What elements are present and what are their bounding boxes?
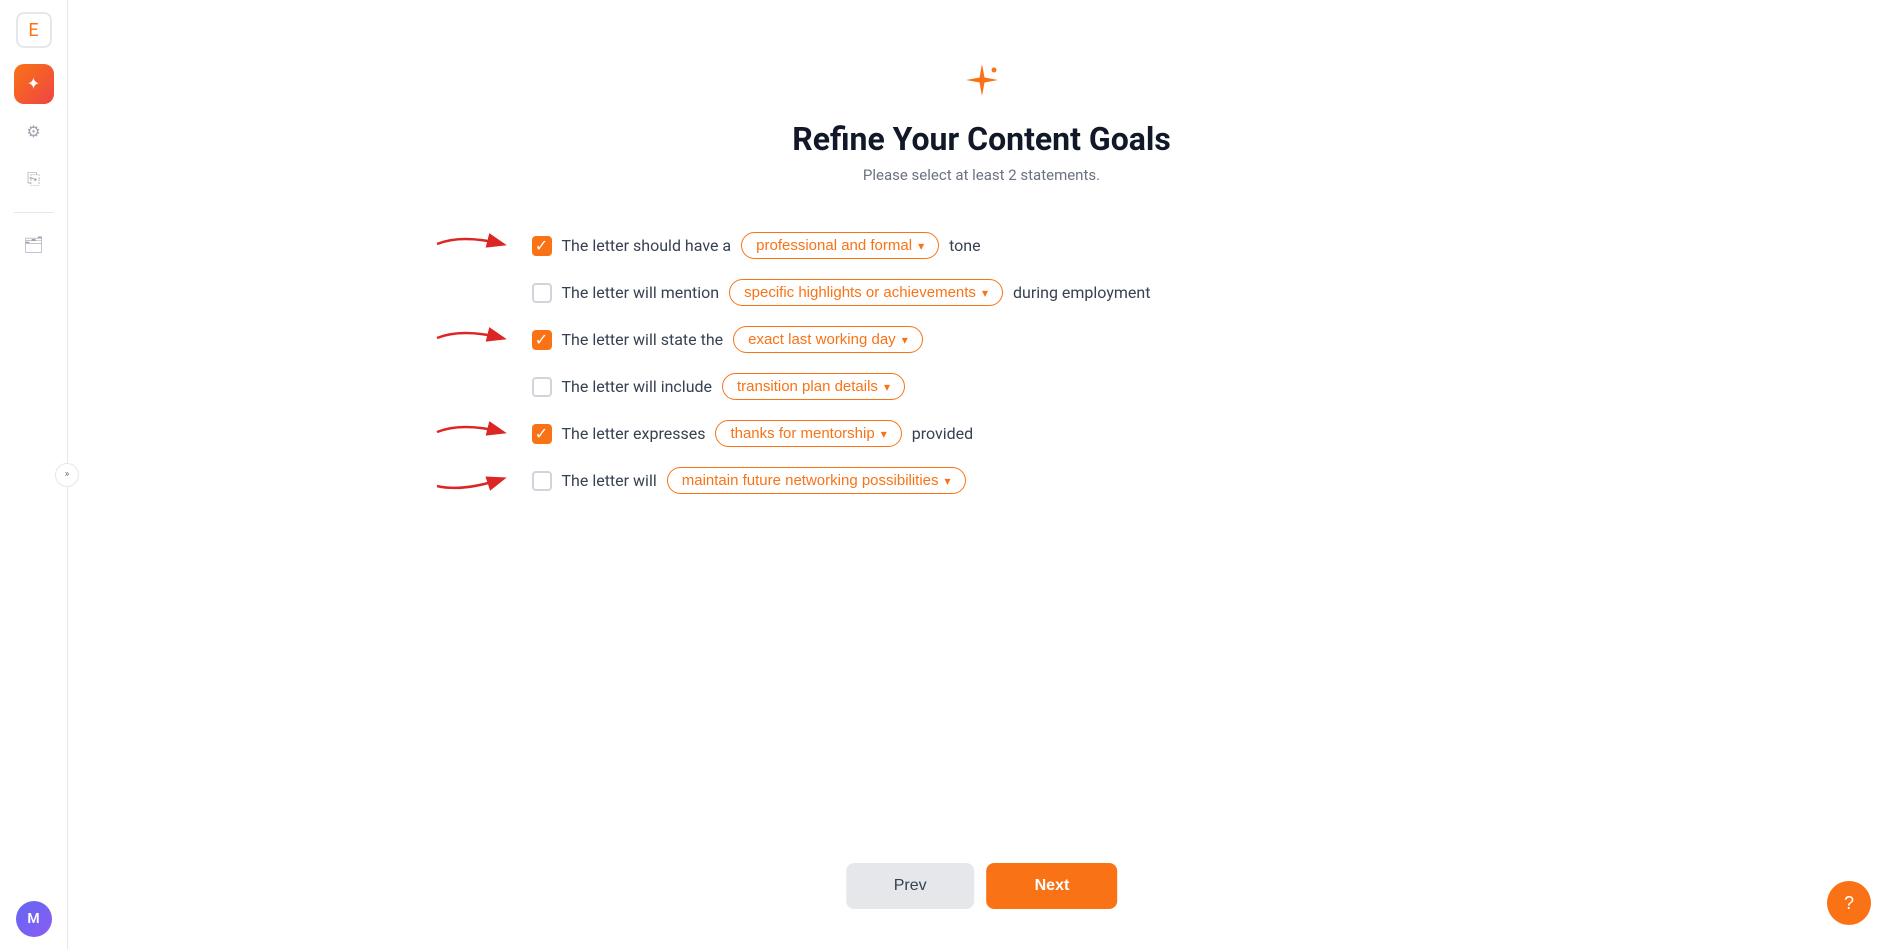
statement-prefix-lastday: The letter will state the — [562, 330, 724, 349]
statement-row-lastday: ✓ The letter will state the exact last w… — [532, 326, 1432, 353]
statement-prefix-networking: The letter will — [562, 471, 657, 490]
statement-row-highlights: The letter will mention specific highlig… — [532, 279, 1432, 306]
dropdown-networking[interactable]: maintain future networking possibilities… — [667, 467, 966, 494]
checkbox-lastday[interactable]: ✓ — [532, 330, 552, 350]
dropdown-mentorship[interactable]: thanks for mentorship ▾ — [715, 420, 901, 447]
avatar: M — [16, 901, 52, 937]
arrow-lastday — [432, 323, 512, 353]
page-subtitle: Please select at least 2 statements. — [863, 166, 1100, 184]
sparkle-icon — [962, 60, 1002, 108]
next-button[interactable]: Next — [987, 863, 1118, 909]
chevron-down-icon: ▾ — [982, 286, 988, 300]
arrow-mentorship — [432, 417, 512, 447]
main-content: Refine Your Content Goals Please select … — [68, 0, 1895, 949]
arrow-networking — [432, 464, 512, 494]
chevron-down-icon: ▾ — [902, 333, 908, 347]
statement-prefix-transition: The letter will include — [562, 377, 713, 396]
page-title: Refine Your Content Goals — [792, 120, 1171, 158]
statement-prefix-mentorship: The letter expresses — [562, 424, 706, 443]
support-button[interactable]: ? — [1827, 881, 1871, 925]
checkbox-networking[interactable] — [532, 471, 552, 491]
checkbox-transition[interactable] — [532, 377, 552, 397]
sidebar-btn-sparkle[interactable]: ✦ — [14, 64, 54, 104]
statement-row-mentorship: ✓ The letter expresses thanks for mentor… — [532, 420, 1432, 447]
chevron-down-icon: ▾ — [918, 239, 924, 253]
dropdown-transition[interactable]: transition plan details ▾ — [722, 373, 905, 400]
app-logo: E — [16, 12, 52, 48]
chevron-down-icon: ▾ — [884, 380, 890, 394]
sidebar-btn-webhook[interactable]: ⚙ — [14, 112, 54, 152]
chevron-down-icon: ▾ — [881, 427, 887, 441]
statement-suffix-mentorship: provided — [912, 424, 973, 443]
checkbox-highlights[interactable] — [532, 283, 552, 303]
statement-row-tone: ✓ The letter should have a professional … — [532, 232, 1432, 259]
statement-prefix-highlights: The letter will mention — [562, 283, 720, 302]
chevron-down-icon: ▾ — [945, 474, 951, 488]
prev-button[interactable]: Prev — [846, 863, 975, 909]
support-icon: ? — [1844, 893, 1854, 914]
sidebar-collapse-button[interactable]: » — [55, 463, 79, 487]
sidebar-divider — [14, 212, 54, 213]
sidebar-btn-folder[interactable]: 🗂 — [14, 225, 54, 265]
statement-row-networking: The letter will maintain future networki… — [532, 467, 1432, 494]
dropdown-highlights[interactable]: specific highlights or achievements ▾ — [729, 279, 1003, 306]
dropdown-lastday[interactable]: exact last working day ▾ — [733, 326, 923, 353]
sidebar-btn-copy[interactable]: ⎘ — [14, 160, 54, 200]
sidebar: E ✦ ⚙ ⎘ 🗂 » M — [0, 0, 68, 949]
statement-row-transition: The letter will include transition plan … — [532, 373, 1432, 400]
arrow-tone — [432, 229, 512, 259]
checkbox-mentorship[interactable]: ✓ — [532, 424, 552, 444]
statement-suffix-highlights: during employment — [1013, 283, 1151, 302]
dropdown-tone[interactable]: professional and formal ▾ — [741, 232, 939, 259]
footer-actions: Prev Next — [846, 863, 1118, 909]
checkbox-tone[interactable]: ✓ — [532, 236, 552, 256]
statement-prefix-tone: The letter should have a — [562, 236, 732, 255]
statements-container: ✓ The letter should have a professional … — [532, 232, 1432, 494]
statement-suffix-tone: tone — [949, 236, 981, 255]
